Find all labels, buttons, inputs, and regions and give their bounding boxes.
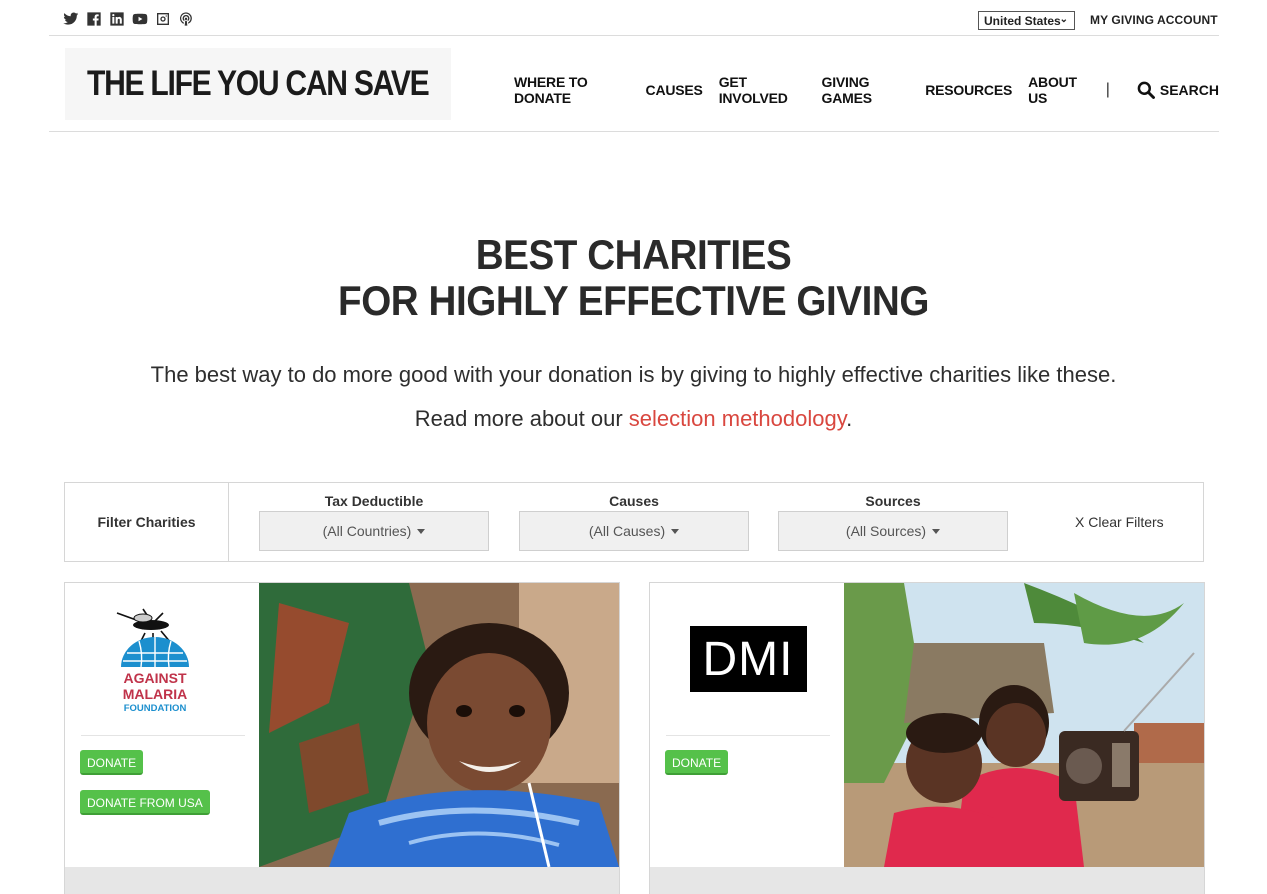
search-button[interactable]: SEARCH <box>1136 80 1219 100</box>
sources-select[interactable]: (All Sources) <box>778 511 1008 551</box>
page-title: BEST CHARITIES FOR HIGHLY EFFECTIVE GIVI… <box>0 232 1267 324</box>
donate-button[interactable]: DONATE <box>665 750 729 775</box>
card-footer <box>650 867 1204 894</box>
causes-select[interactable]: (All Causes) <box>519 511 749 551</box>
country-select-value: United States <box>984 14 1061 28</box>
clear-filters-button[interactable]: X Clear Filters <box>1075 514 1164 530</box>
donate-from-usa-button[interactable]: DONATE FROM USA <box>80 790 210 815</box>
nav-causes[interactable]: CAUSES <box>646 82 703 98</box>
select-value: (All Countries) <box>322 523 412 539</box>
nav-giving-games[interactable]: GIVING GAMES <box>822 74 910 106</box>
twitter-icon[interactable] <box>63 11 79 27</box>
charity-card-amf: AGAINST MALARIA FOUNDATION DONATE DONATE… <box>64 582 620 894</box>
amf-logo[interactable]: AGAINST MALARIA FOUNDATION <box>81 583 245 736</box>
country-select[interactable]: United States ⌄ <box>978 11 1075 30</box>
nav-about-us[interactable]: ABOUT US <box>1028 74 1090 106</box>
selection-methodology-link[interactable]: selection methodology <box>629 406 846 431</box>
charity-photo <box>844 583 1204 867</box>
site-logo[interactable]: THE LIFE YOU CAN SAVE <box>65 48 451 120</box>
brand-name: THE LIFE YOU CAN SAVE <box>87 64 430 103</box>
filter-label: Filter Charities <box>65 483 229 561</box>
card-sidebar: AGAINST MALARIA FOUNDATION DONATE DONATE… <box>65 583 259 867</box>
child-with-net-photo <box>259 583 619 867</box>
filter-tax-deductible: Tax Deductible (All Countries) <box>259 493 489 551</box>
card-sidebar: DMI DONATE <box>650 583 844 867</box>
card-footer <box>65 867 619 894</box>
search-label: SEARCH <box>1159 82 1219 98</box>
amf-logo-graphic: AGAINST MALARIA FOUNDATION <box>116 608 189 714</box>
caret-down-icon <box>417 528 426 534</box>
social-links <box>63 11 194 27</box>
charity-photo <box>259 583 619 867</box>
main-nav: WHERE TO DONATE CAUSES GET INVOLVED GIVI… <box>514 74 1219 106</box>
family-with-radio-photo <box>844 583 1204 867</box>
filter-causes: Causes (All Causes) <box>519 493 749 551</box>
youtube-icon[interactable] <box>132 11 148 27</box>
amf-logo-line2: MALARIA <box>123 686 188 702</box>
caret-down-icon <box>932 528 941 534</box>
select-value: (All Causes) <box>588 523 666 539</box>
chevron-down-icon: ⌄ <box>1059 14 1068 25</box>
site-header: THE LIFE YOU CAN SAVE WHERE TO DONATE CA… <box>49 36 1219 132</box>
facebook-icon[interactable] <box>86 11 102 27</box>
intro-text: The best way to do more good with your d… <box>150 362 1117 387</box>
search-icon <box>1137 81 1155 99</box>
select-value: (All Sources) <box>845 523 927 539</box>
filter-title: Causes <box>609 493 659 509</box>
filter-sources: Sources (All Sources) <box>778 493 1008 551</box>
tax-deductible-select[interactable]: (All Countries) <box>259 511 489 551</box>
page-title-line2: FOR HIGHLY EFFECTIVE GIVING <box>338 277 929 324</box>
charity-card-dmi: DMI DONATE <box>649 582 1205 894</box>
nav-get-involved[interactable]: GET INVOLVED <box>719 74 806 106</box>
page-title-line1: BEST CHARITIES <box>475 231 792 278</box>
readmore-suffix: . <box>846 406 853 431</box>
amf-logo-line3: FOUNDATION <box>124 703 187 714</box>
instagram-icon[interactable] <box>155 11 171 27</box>
readmore-text: Read more about our selection methodolog… <box>0 406 1267 432</box>
podcast-icon[interactable] <box>178 11 194 27</box>
my-giving-account-link[interactable]: MY GIVING ACCOUNT <box>1090 13 1218 27</box>
amf-logo-line1: AGAINST <box>124 670 187 686</box>
filter-title: Sources <box>865 493 921 509</box>
linkedin-icon[interactable] <box>109 11 125 27</box>
readmore-prefix: Read more about our <box>414 406 629 431</box>
top-utility-bar: United States ⌄ MY GIVING ACCOUNT <box>49 0 1219 36</box>
nav-separator: | <box>1105 81 1110 98</box>
filter-bar: Filter Charities Tax Deductible (All Cou… <box>64 482 1204 562</box>
dmi-logo[interactable]: DMI <box>666 583 830 736</box>
donate-button[interactable]: DONATE <box>80 750 144 775</box>
nav-where-to-donate[interactable]: WHERE TO DONATE <box>514 74 630 106</box>
caret-down-icon <box>671 528 680 534</box>
filter-title: Tax Deductible <box>324 493 424 509</box>
nav-resources[interactable]: RESOURCES <box>925 82 1012 98</box>
dmi-logo-text: DMI <box>689 626 807 692</box>
